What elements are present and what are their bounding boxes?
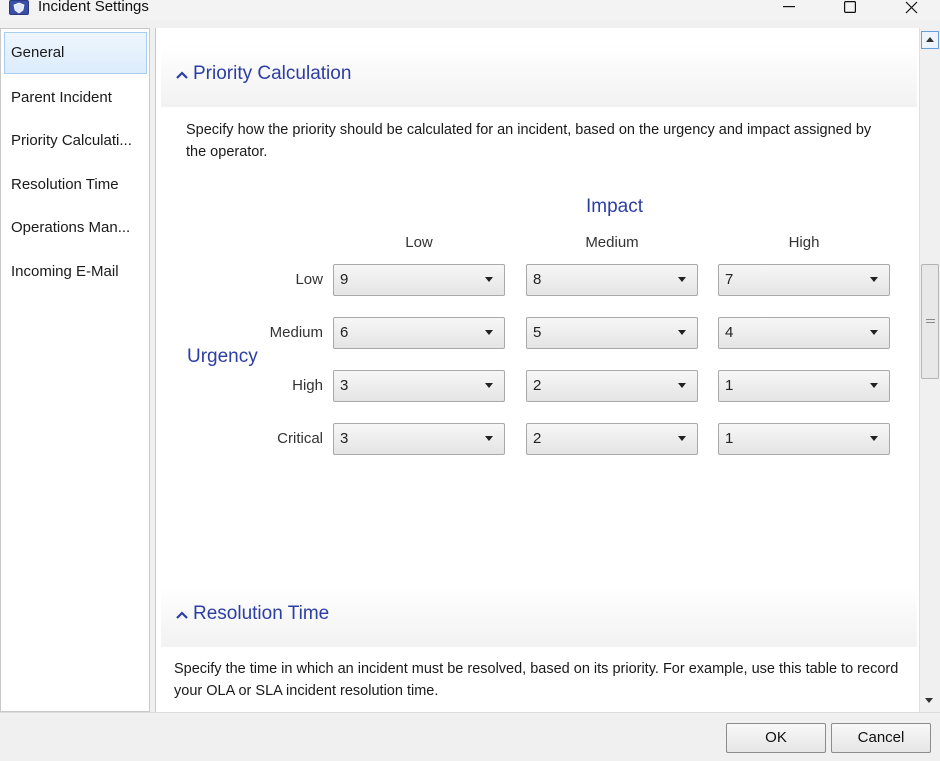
dropdown-arrow-icon xyxy=(485,277,493,282)
scroll-up-button[interactable] xyxy=(921,31,939,49)
dropdown-arrow-icon xyxy=(678,277,686,282)
scroll-thumb[interactable] xyxy=(921,264,939,379)
maximize-icon xyxy=(844,1,856,13)
priority-select-medium-medium[interactable]: 5 xyxy=(526,317,698,349)
priority-select-high-medium[interactable]: 2 xyxy=(526,370,698,402)
select-value: 8 xyxy=(533,271,542,288)
dropdown-arrow-icon xyxy=(485,383,493,388)
select-value: 5 xyxy=(533,324,542,341)
select-value: 2 xyxy=(533,430,542,447)
close-button[interactable] xyxy=(888,0,934,18)
app-shield-icon xyxy=(9,0,29,15)
resolution-section-title: Resolution Time xyxy=(193,603,330,624)
grip-line xyxy=(926,322,935,323)
select-value: 4 xyxy=(725,324,734,341)
select-value: 1 xyxy=(725,430,734,447)
scroll-down-arrow-icon[interactable] xyxy=(925,698,933,703)
nav-item-general[interactable]: General xyxy=(4,32,147,74)
select-value: 6 xyxy=(340,324,349,341)
resolution-section-header[interactable]: Resolution Time xyxy=(161,585,917,647)
select-value: 2 xyxy=(533,377,542,394)
impact-label: Impact xyxy=(586,196,644,217)
nav-item-incoming-email[interactable]: Incoming E-Mail xyxy=(4,251,147,293)
select-value: 1 xyxy=(725,377,734,394)
ok-button[interactable]: OK xyxy=(726,723,826,753)
settings-nav: General Parent Incident Priority Calcula… xyxy=(0,28,150,712)
impact-col-low: Low xyxy=(405,234,433,251)
dropdown-arrow-icon xyxy=(678,330,686,335)
cancel-button[interactable]: Cancel xyxy=(831,723,931,753)
priority-select-critical-low[interactable]: 3 xyxy=(333,423,505,455)
priority-section-title: Priority Calculation xyxy=(193,63,352,84)
select-value: 3 xyxy=(340,377,349,394)
priority-select-medium-high[interactable]: 4 xyxy=(718,317,890,349)
title-bar: Incident Settings xyxy=(0,0,940,20)
priority-select-critical-high[interactable]: 1 xyxy=(718,423,890,455)
close-icon xyxy=(905,1,917,13)
dropdown-arrow-icon xyxy=(678,436,686,441)
impact-col-medium: Medium xyxy=(585,234,639,251)
dropdown-arrow-icon xyxy=(485,436,493,441)
select-value: 7 xyxy=(725,271,734,288)
urgency-row-medium: Medium xyxy=(269,324,323,341)
dropdown-arrow-icon xyxy=(485,330,493,335)
urgency-row-low: Low xyxy=(295,271,323,288)
nav-item-operations-manager[interactable]: Operations Man... xyxy=(4,207,147,249)
urgency-row-high: High xyxy=(292,377,323,394)
urgency-row-critical: Critical xyxy=(277,430,323,447)
priority-select-high-high[interactable]: 1 xyxy=(718,370,890,402)
priority-select-high-low[interactable]: 3 xyxy=(333,370,505,402)
select-value: 9 xyxy=(340,271,349,288)
dialog-footer: OK Cancel xyxy=(0,712,940,761)
maximize-button[interactable] xyxy=(827,0,873,18)
chevron-up-icon xyxy=(176,611,188,619)
priority-select-low-high[interactable]: 7 xyxy=(718,264,890,296)
dropdown-arrow-icon xyxy=(870,277,878,282)
select-value: 3 xyxy=(340,430,349,447)
priority-select-medium-low[interactable]: 6 xyxy=(333,317,505,349)
window-title: Incident Settings xyxy=(38,0,149,15)
nav-item-resolution-time[interactable]: Resolution Time xyxy=(4,164,147,206)
priority-select-low-medium[interactable]: 8 xyxy=(526,264,698,296)
resolution-description: Specify the time in which an incident mu… xyxy=(174,661,899,699)
dropdown-arrow-icon xyxy=(678,383,686,388)
minimize-icon xyxy=(783,6,795,8)
dropdown-arrow-icon xyxy=(870,383,878,388)
urgency-label: Urgency xyxy=(187,346,258,367)
impact-col-high: High xyxy=(788,234,820,251)
priority-section-header[interactable]: Priority Calculation xyxy=(161,45,917,107)
dropdown-arrow-icon xyxy=(870,330,878,335)
priority-description: Specify how the priority should be calcu… xyxy=(186,122,872,160)
vertical-scrollbar[interactable] xyxy=(919,28,940,712)
priority-select-critical-medium[interactable]: 2 xyxy=(526,423,698,455)
chevron-up-icon xyxy=(176,71,188,79)
priority-select-low-low[interactable]: 9 xyxy=(333,264,505,296)
settings-content: Priority Calculation Specify how the pri… xyxy=(155,28,919,712)
nav-item-parent-incident[interactable]: Parent Incident xyxy=(4,77,147,119)
dropdown-arrow-icon xyxy=(870,436,878,441)
nav-item-priority-calculation[interactable]: Priority Calculati... xyxy=(4,120,147,162)
minimize-button[interactable] xyxy=(766,0,812,18)
grip-line xyxy=(926,319,935,320)
